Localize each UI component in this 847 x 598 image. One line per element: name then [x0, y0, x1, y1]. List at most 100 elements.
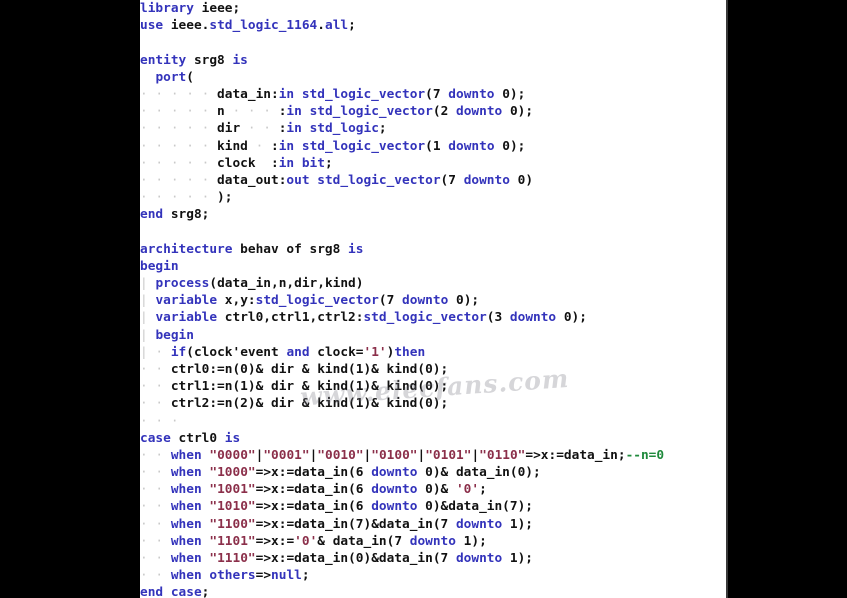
code-token: "1110": [209, 551, 256, 566]
code-token: & data_in(7: [317, 533, 410, 549]
code-line: · · when "1000"=>x:=data_in(6 downto 0)&…: [140, 464, 728, 481]
code-token: · ·: [140, 551, 164, 566]
code-token: downto: [371, 465, 418, 481]
code-token: =>x:=data_in(0)&data_in(7: [255, 551, 456, 566]
code-token: std_logic_vector: [301, 138, 426, 154]
code-token: ·: [247, 138, 264, 154]
code-token: ieee: [201, 1, 233, 16]
code-token: 0)&: [417, 482, 456, 498]
code-line: · · when "1010"=>x:=data_in(6 downto 0)&…: [140, 498, 728, 515]
code-token: when: [170, 533, 202, 549]
code-token: ctrl0: [170, 430, 225, 446]
code-token: std_logic_vector: [301, 86, 426, 102]
code-line: · · · · · data_in:in std_logic_vector(7 …: [140, 86, 728, 103]
code-token: · · ·: [224, 104, 271, 120]
code-line: port(: [140, 69, 728, 86]
code-token: (data_in,n,dir,kind): [209, 276, 364, 291]
code-token: ctrl0,ctrl1,ctrl2:: [217, 310, 364, 326]
code-token: 0);: [556, 310, 587, 326]
code-token: · · ·: [140, 413, 179, 429]
code-token: when: [170, 482, 202, 498]
code-line: | begin: [140, 327, 728, 344]
code-token: all: [324, 18, 349, 34]
code-token: "0100": [371, 447, 418, 463]
code-token: out: [286, 172, 310, 188]
code-token: |: [140, 327, 148, 343]
code-token: when: [170, 551, 202, 566]
code-token: · · · · ·: [140, 104, 210, 120]
code-token: end: [140, 207, 164, 223]
code-token: downto: [456, 104, 503, 120]
code-token: in: [278, 138, 295, 154]
code-token: (: [186, 69, 194, 85]
code-token: |: [140, 310, 148, 326]
code-line: | process(data_in,n,dir,kind): [140, 275, 728, 292]
code-token: "1010": [209, 499, 256, 515]
code-token: std_logic_vector: [317, 172, 441, 188]
code-token: '0': [455, 482, 480, 498]
code-token: "0101": [425, 447, 472, 463]
code-token: · ·: [140, 568, 164, 584]
code-token: · ·: [140, 465, 164, 481]
code-token: 0);: [494, 138, 526, 154]
code-line: | variable x,y:std_logic_vector(7 downto…: [140, 292, 728, 309]
code-line: · · · · · kind · :in std_logic_vector(1 …: [140, 138, 728, 155]
code-token: dir: [209, 121, 241, 137]
code-token: · · · · ·: [140, 172, 210, 188]
code-token: "0001": [263, 447, 310, 463]
code-token: "0110": [479, 447, 526, 463]
code-token: "1100": [209, 516, 256, 532]
code-line: · · · · · n · · · :in std_logic_vector(2…: [140, 103, 728, 120]
code-line: entity srg8 is: [140, 52, 728, 69]
code-token: is: [348, 241, 364, 257]
code-token: ;: [348, 18, 356, 34]
code-line: begin: [140, 258, 728, 275]
code-token: · · · · ·: [140, 155, 210, 171]
code-token: null: [271, 568, 302, 584]
code-token: 0);: [502, 104, 534, 120]
screenshot-root: library ieee; use ieee.std_logic_1164.all…: [0, 0, 847, 598]
code-token: downto: [448, 86, 495, 102]
code-token: :: [255, 155, 279, 171]
code-token: clock=: [309, 344, 364, 360]
code-editor-page[interactable]: library ieee; use ieee.std_logic_1164.all…: [140, 0, 728, 598]
code-line: library ieee;: [140, 0, 728, 17]
code-line: | · if(clock'event and clock='1')then: [140, 344, 728, 361]
code-token: std_logic_vector: [255, 293, 379, 309]
code-token: (: [425, 86, 433, 102]
code-line: end srg8;: [140, 206, 728, 223]
code-token: downto: [509, 310, 557, 326]
code-token: "1001": [209, 482, 256, 498]
code-token: end: [140, 585, 164, 598]
code-token: std_logic_vector: [309, 104, 433, 120]
code-token: std_logic_vector: [363, 310, 487, 326]
code-listing[interactable]: library ieee; use ieee.std_logic_1164.all…: [140, 0, 728, 598]
code-token: is: [224, 430, 241, 446]
code-token: · ·: [140, 499, 164, 515]
code-token: 0);: [494, 86, 526, 102]
code-token: use: [140, 18, 164, 34]
code-token: =>x:=data_in(6: [255, 465, 372, 481]
code-line: end case;: [140, 584, 728, 598]
code-token: 0): [509, 172, 534, 188]
code-token: =>x:=data_in(7)&data_in(7: [255, 516, 456, 532]
code-line: · · · · · );: [140, 189, 728, 206]
code-token: );: [209, 190, 233, 206]
code-token: =>x:=: [255, 533, 295, 549]
code-token: "0000": [209, 447, 256, 463]
code-line: · · ctrl2:=n(2)& dir & kind(1)& kind(0);: [140, 395, 728, 412]
code-token: case: [140, 430, 171, 446]
code-token: ·: [147, 344, 171, 360]
code-token: 0)&data_in(7);: [417, 499, 534, 515]
code-line: · · when "0000"|"0001"|"0010"|"0100"|"01…: [140, 447, 728, 464]
